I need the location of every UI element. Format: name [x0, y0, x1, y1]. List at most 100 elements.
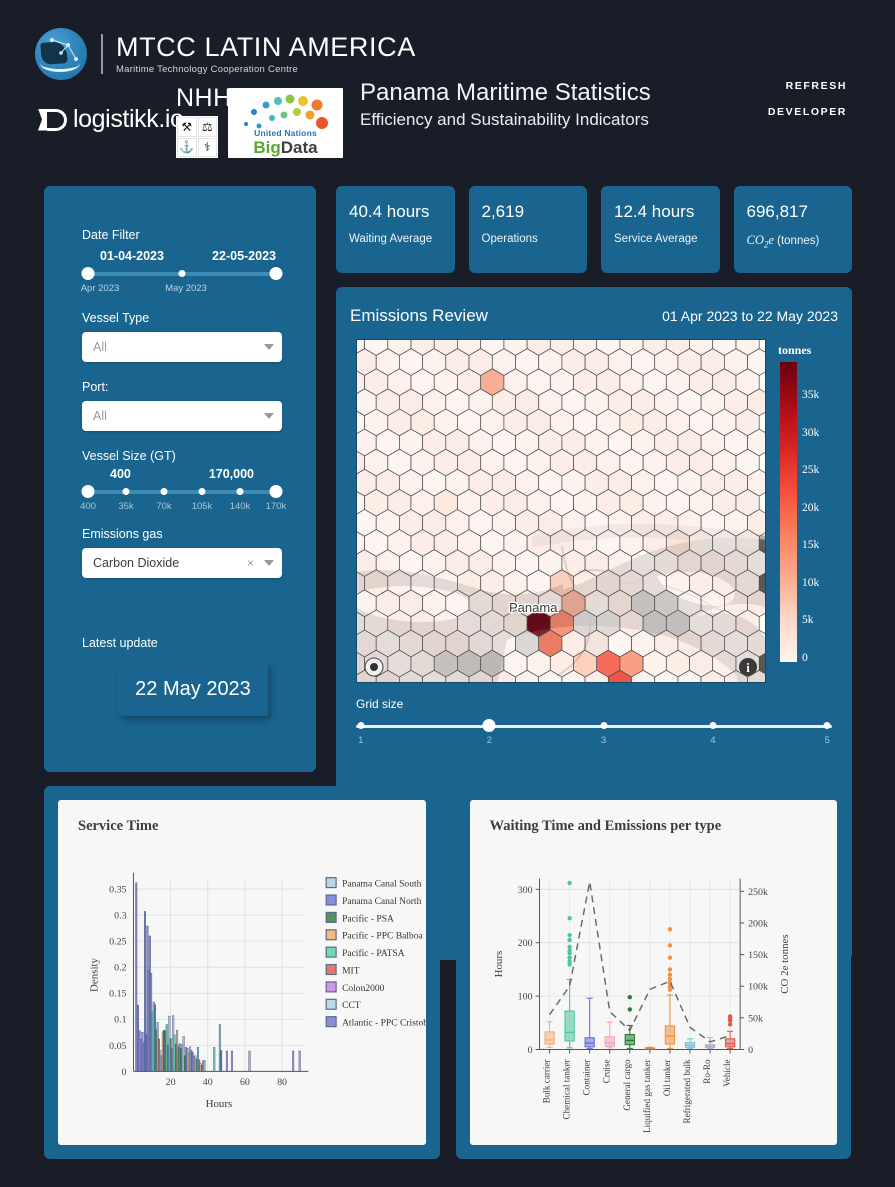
kpi-value: 2,619 [481, 202, 525, 221]
size-slider-handle-start[interactable] [81, 485, 95, 498]
grid-slider-tick-5[interactable] [823, 722, 831, 729]
svg-text:100k: 100k [748, 982, 768, 993]
date-slider-handle-end[interactable] [269, 267, 283, 280]
vessel-size-min-value: 400 [110, 467, 131, 481]
date-slider-tick-mid[interactable] [178, 270, 186, 277]
service-time-panel: Service Time 20 40 60 80 0 0.05 0.1 0.15 0.2 0.25… [44, 786, 440, 1159]
port-label: Port: [82, 380, 109, 394]
un-big-text: Big [253, 138, 281, 157]
legend-ticks: 35k 30k 25k 20k 15k 10k 5k 0 [802, 359, 842, 664]
un-caption: United Nations [254, 128, 317, 138]
kpi-label: Operations [481, 233, 538, 245]
emissions-review-title: Emissions Review [350, 306, 488, 325]
un-bigdata-wordmark: BigData [228, 139, 343, 156]
vessel-size-ticks: 400 35k 70k 105k 140k 170k [80, 501, 286, 517]
svg-text:Refrigerated bulk: Refrigerated bulk [682, 1059, 692, 1124]
waiting-emissions-chart: Waiting Time and Emissions per type 0 100… [469, 800, 837, 1145]
vessel-type-select[interactable]: All [82, 332, 282, 362]
size-tick-5: 170k [265, 501, 287, 512]
developer-button[interactable]: DEVELOPER [768, 106, 847, 118]
dashboard-page: MTCC LATIN AMERICA Maritime Technology C… [0, 0, 895, 1187]
date-filter-label: Date Filter [82, 228, 140, 242]
date-tick-1: May 2023 [165, 283, 207, 294]
size-tick-0: 400 [80, 501, 96, 512]
emissions-gas-label: Emissions gas [82, 527, 163, 541]
chevron-down-icon[interactable] [264, 344, 274, 350]
size-tick-4: 140k [229, 501, 251, 512]
kpi-cards: 40.4 hours Waiting Average 2,619 Operati… [336, 186, 852, 273]
latest-update-card: 22 May 2023 [118, 662, 268, 716]
size-slider-tick-3[interactable] [198, 488, 206, 495]
grid-slider-tick-1[interactable] [357, 722, 365, 729]
kpi-label: Waiting Average [349, 233, 433, 245]
size-tick-3: 105k [191, 501, 213, 512]
svg-text:CO 2e tonnes: CO 2e tonnes [778, 934, 790, 993]
size-slider-tick-4[interactable] [236, 488, 244, 495]
refresh-button[interactable]: REFRESH [768, 80, 847, 92]
svg-text:Liquified gas tanker: Liquified gas tanker [641, 1059, 651, 1132]
svg-text:0.1: 0.1 [114, 1015, 126, 1026]
map-color-legend: tonnes 35k 30k 25k 20k 15k 10k 5k 0 [778, 339, 842, 683]
svg-text:40: 40 [203, 1077, 213, 1088]
svg-text:Pacific - PSA: Pacific - PSA [342, 913, 394, 924]
date-slider-ticks: Apr 2023 May 2023 [80, 283, 282, 299]
kpi-co2e: 696,817 CO2e (tonnes) [733, 186, 853, 273]
svg-text:0.05: 0.05 [109, 1041, 126, 1052]
page-subtitle: Efficiency and Sustainability Indicators [360, 110, 649, 129]
globe-network-lines [49, 37, 79, 62]
svg-text:Hours: Hours [492, 951, 504, 978]
size-slider-handle-end[interactable] [269, 485, 283, 498]
vessel-size-slider[interactable] [81, 485, 283, 499]
nhh-crest-icon: ⚒ ⚖ ⚓ ⚕ [176, 116, 218, 158]
svg-text:0: 0 [748, 1045, 753, 1056]
mtcc-subtitle: Maritime Technology Cooperation Centre [116, 63, 298, 75]
hexbin-map[interactable]: Panama i [356, 339, 766, 683]
waiting-emissions-title: Waiting Time and Emissions per type [489, 818, 722, 834]
svg-text:General cargo: General cargo [621, 1059, 631, 1111]
waiting-emissions-plot: 0 100 200 300 0 50k 100k 150k 200k 250k Hours CO 2e… [492, 878, 790, 1133]
logistikk-wordmark: logistikk.io [73, 105, 184, 133]
kpi-label: CO2e (tonnes) [747, 233, 853, 250]
grid-size-slider[interactable] [356, 719, 832, 733]
kpi-value: 12.4 hours [614, 202, 695, 221]
svg-text:Bulk carrier: Bulk carrier [541, 1059, 551, 1103]
legend-tick-0: 35k [802, 389, 820, 401]
svg-text:150k: 150k [748, 950, 768, 961]
service-time-title: Service Time [78, 818, 159, 834]
zoom-icon[interactable] [363, 656, 385, 678]
globe-icon [35, 28, 87, 80]
chevron-down-icon[interactable] [264, 413, 274, 419]
latest-update-value: 22 May 2023 [135, 677, 251, 700]
emissions-gas-select[interactable]: Carbon Dioxide × [82, 548, 282, 578]
svg-text:Cruise: Cruise [601, 1059, 611, 1083]
port-select[interactable]: All [82, 401, 282, 431]
svg-text:200k: 200k [748, 918, 768, 929]
kpi-operations: 2,619 Operations [468, 186, 587, 273]
grid-tick-0: 1 [358, 735, 364, 746]
svg-text:250k: 250k [748, 887, 768, 898]
chevron-down-icon[interactable] [264, 560, 274, 566]
charts-row: Service Time 20 40 60 80 0 0.05 0.1 0.15 0.2 0.25… [0, 786, 895, 1159]
svg-text:Oil tanker: Oil tanker [661, 1059, 671, 1096]
grid-slider-tick-3[interactable] [600, 722, 608, 729]
info-icon[interactable]: i [737, 656, 759, 678]
grid-slider-handle[interactable] [482, 719, 496, 732]
svg-text:0.2: 0.2 [114, 963, 126, 974]
svg-text:Colon2000: Colon2000 [342, 984, 385, 994]
map-country-label: Panama [509, 600, 558, 615]
svg-text:0.15: 0.15 [109, 989, 126, 1000]
size-slider-tick-1[interactable] [122, 488, 130, 495]
clear-icon[interactable]: × [247, 556, 254, 570]
size-slider-tick-2[interactable] [160, 488, 168, 495]
kpi-label: Service Average [614, 233, 698, 245]
grid-tick-4: 5 [824, 735, 830, 746]
grid-slider-tick-4[interactable] [709, 722, 717, 729]
logistikk-mark-icon [38, 107, 68, 133]
size-tick-1: 35k [118, 501, 134, 512]
date-tick-0: Apr 2023 [80, 283, 120, 294]
svg-text:300: 300 [517, 885, 532, 896]
emissions-gas-value: Carbon Dioxide [93, 556, 180, 570]
date-slider-handle-start[interactable] [81, 267, 95, 280]
date-range-slider[interactable] [81, 267, 283, 281]
grid-size-ticks: 1 2 3 4 5 [356, 735, 832, 751]
